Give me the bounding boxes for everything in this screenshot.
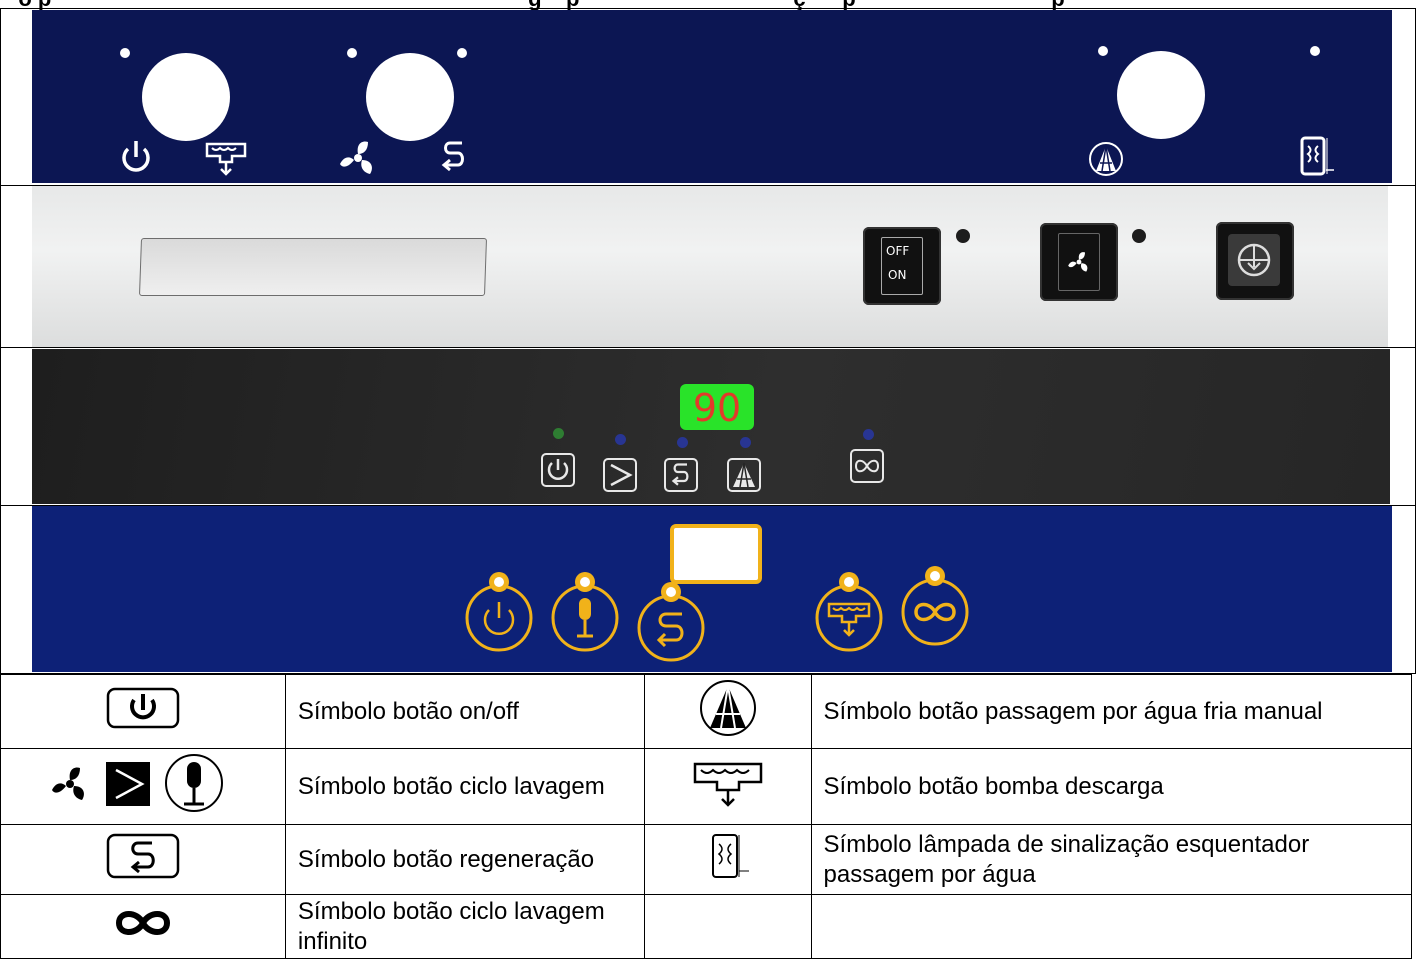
switch-on-label: ON	[888, 268, 907, 282]
power-icon	[547, 459, 569, 480]
led-infinite	[863, 429, 874, 440]
cold-water-rinse-icon	[1089, 142, 1123, 176]
knob-wash-regeneration[interactable]	[366, 53, 454, 141]
led-power	[553, 428, 564, 439]
button-face	[1228, 234, 1280, 286]
on-off-switch[interactable]: OFF ON	[863, 227, 941, 305]
legend-label: Símbolo botão ciclo lavagem	[284, 748, 645, 825]
switch-off-label: OFF	[886, 244, 910, 258]
legend-label: Símbolo botão on/off	[284, 674, 645, 749]
legend-label: Símbolo botão passagem por água fria man…	[810, 674, 1413, 749]
display-window	[138, 238, 488, 296]
regeneration-icon	[441, 141, 464, 172]
drain-touch-button[interactable]	[812, 570, 886, 652]
fan-icon	[340, 141, 372, 174]
cold-water-rinse-icon	[699, 679, 756, 736]
symbol-legend-table: Símbolo botão on/off Símbolo botão passa…	[0, 674, 1413, 959]
table-row: Símbolo botão on/off Símbolo botão passa…	[0, 674, 1413, 749]
control-panel-knobs	[32, 10, 1392, 183]
infinity-icon	[115, 910, 170, 935]
legend-label: Símbolo botão regeneração	[284, 824, 645, 895]
power-button[interactable]	[541, 453, 575, 487]
regeneration-icon	[106, 833, 180, 878]
switch-face: OFF ON	[881, 237, 923, 295]
regeneration-touch-button[interactable]	[634, 580, 708, 662]
legend-icon-cell	[0, 748, 286, 825]
temperature-display: 90	[680, 384, 754, 430]
regeneration-button[interactable]	[664, 458, 698, 492]
knob-power-drain[interactable]	[142, 53, 230, 141]
power-icon	[122, 141, 150, 172]
table-row: Símbolo botão ciclo lavagem Símbolo botã…	[0, 748, 1413, 825]
legend-icon-cell	[0, 824, 286, 895]
table-row: Símbolo botão regeneração Símbolo lâmpad…	[0, 824, 1413, 895]
wash-start-button[interactable]	[603, 458, 637, 492]
legend-icon-cell	[643, 748, 812, 825]
led-rinse	[740, 437, 751, 448]
knob-cold-rinse[interactable]	[1117, 51, 1205, 139]
spray-arm-icon	[164, 753, 223, 812]
indicator-dot	[120, 48, 130, 58]
led-wash	[615, 434, 626, 445]
indicator-dot	[347, 48, 357, 58]
control-panel-touch	[32, 506, 1392, 672]
control-panel-switches: OFF ON	[32, 186, 1388, 347]
regeneration-icon	[671, 463, 689, 486]
fan-icon	[1068, 252, 1088, 272]
power-touch-button[interactable]	[462, 570, 536, 652]
play-icon	[105, 761, 150, 806]
infinite-touch-button[interactable]	[898, 564, 972, 646]
infinity-icon	[854, 459, 880, 473]
legend-icon-cell	[643, 824, 812, 895]
legend-icon-cell	[0, 894, 286, 959]
drain-circle-icon	[1237, 243, 1271, 277]
cold-rinse-button[interactable]	[727, 458, 761, 492]
cold-water-rinse-icon	[733, 462, 755, 488]
play-icon	[610, 463, 633, 487]
legend-icon-cell	[643, 674, 812, 749]
display-window	[670, 524, 762, 584]
legend-icon-cell	[0, 674, 286, 749]
table-row: Símbolo botão ciclo lavagem infinito	[0, 894, 1413, 959]
legend-label: Símbolo lâmpada de sinalização esquentad…	[810, 824, 1413, 895]
drain-pump-icon	[205, 142, 247, 176]
legend-empty-cell	[810, 894, 1413, 959]
drain-pump-icon	[693, 762, 762, 807]
wash-cycle-icons	[51, 753, 223, 812]
indicator-dot	[1098, 46, 1108, 56]
legend-empty-cell	[643, 894, 812, 959]
led-regeneration	[677, 437, 688, 448]
switch-face	[1058, 233, 1100, 291]
indicator-lamp	[956, 229, 970, 243]
legend-label: Símbolo botão ciclo lavagem infinito	[284, 894, 645, 959]
power-icon	[106, 687, 180, 728]
legend-label: Símbolo botão bomba descarga	[810, 748, 1413, 825]
boiler-lamp-icon	[711, 833, 749, 878]
infinite-cycle-button[interactable]	[850, 449, 884, 483]
cold-rinse-button[interactable]	[1216, 222, 1294, 300]
indicator-dot	[1310, 46, 1320, 56]
wash-cycle-switch[interactable]	[1040, 223, 1118, 301]
wash-cycle-touch-button[interactable]	[548, 570, 622, 652]
indicator-dot	[457, 48, 467, 58]
fan-icon	[51, 767, 84, 800]
indicator-lamp	[1132, 229, 1146, 243]
boiler-lamp-icon	[1300, 136, 1334, 176]
control-panel-digital: 90	[32, 349, 1390, 504]
